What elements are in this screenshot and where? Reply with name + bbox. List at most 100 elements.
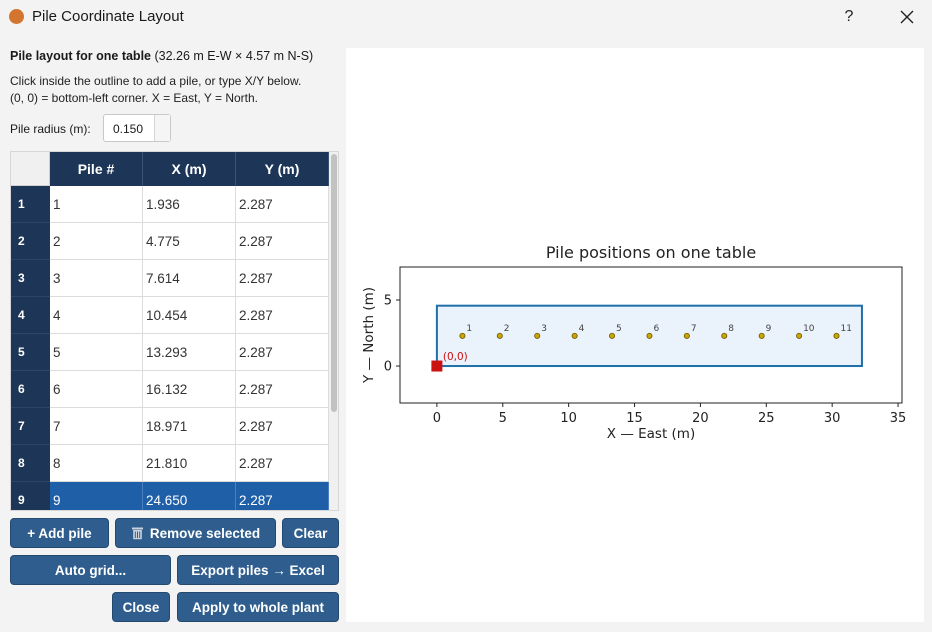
table-row[interactable]: 2 2 4.775 2.287	[11, 223, 329, 260]
table-row[interactable]: 3 3 7.614 2.287	[11, 260, 329, 297]
y-cell[interactable]: 2.287	[236, 260, 329, 297]
table-row[interactable]: 6 6 16.132 2.287	[11, 371, 329, 408]
column-header-pile[interactable]: Pile #	[50, 152, 143, 186]
y-cell[interactable]: 2.287	[236, 445, 329, 482]
pile-number-cell[interactable]: 7	[50, 408, 143, 445]
x-tick-label: 15	[626, 411, 643, 426]
pile-number-cell[interactable]: 5	[50, 334, 143, 371]
column-header-x[interactable]: X (m)	[143, 152, 236, 186]
pile-radius-spinner[interactable]	[154, 115, 170, 141]
remove-selected-button[interactable]: Remove selected	[115, 518, 276, 548]
help-button[interactable]: ?	[826, 0, 872, 34]
instruction-line-1: Click inside the outline to add a pile, …	[10, 74, 302, 88]
pile-point	[534, 332, 541, 339]
pile-number-cell[interactable]: 8	[50, 445, 143, 482]
y-cell[interactable]: 2.287	[236, 334, 329, 371]
x-cell[interactable]: 7.614	[143, 260, 236, 297]
x-cell[interactable]: 18.971	[143, 408, 236, 445]
x-tick-label: 30	[824, 411, 841, 426]
table-corner[interactable]	[11, 152, 50, 186]
remove-selected-label: Remove selected	[149, 525, 261, 541]
pile-point	[683, 332, 690, 339]
table-row[interactable]: 8 8 21.810 2.287	[11, 445, 329, 482]
row-header[interactable]: 9	[11, 482, 50, 510]
y-cell[interactable]: 2.287	[236, 408, 329, 445]
pile-label: 5	[616, 324, 622, 334]
pile-number-cell[interactable]: 1	[50, 186, 143, 223]
apply-to-plant-button[interactable]: Apply to whole plant	[177, 592, 339, 622]
pile-table: Pile # X (m) Y (m) 1 1 1.936 2.287 2 2 4…	[10, 151, 339, 511]
auto-grid-button[interactable]: Auto grid...	[10, 555, 171, 585]
pile-radius-label: Pile radius (m):	[10, 122, 91, 136]
plot-title: Pile positions on one table	[546, 243, 756, 262]
table-row[interactable]: 7 7 18.971 2.287	[11, 408, 329, 445]
row-header[interactable]: 5	[11, 334, 50, 371]
pile-point	[758, 332, 765, 339]
pile-label: 3	[541, 324, 547, 334]
pile-number-cell[interactable]: 4	[50, 297, 143, 334]
row-header[interactable]: 6	[11, 371, 50, 408]
x-tick-label: 35	[890, 411, 907, 426]
y-cell[interactable]: 2.287	[236, 371, 329, 408]
y-cell[interactable]: 2.287	[236, 186, 329, 223]
panel-title: Pile layout for one table (32.26 m E-W ×…	[10, 49, 313, 63]
pile-label: 4	[579, 324, 585, 334]
pile-radius-input[interactable]: 0.150	[103, 114, 171, 142]
x-cell[interactable]: 4.775	[143, 223, 236, 260]
instruction-line-2: (0, 0) = bottom-left corner. X = East, Y…	[10, 91, 259, 105]
x-cell[interactable]: 16.132	[143, 371, 236, 408]
pile-number-cell[interactable]: 9	[50, 482, 143, 510]
x-tick-label: 10	[560, 411, 577, 426]
pile-number-cell[interactable]: 3	[50, 260, 143, 297]
table-scrollbar[interactable]	[329, 152, 338, 510]
table-row[interactable]: 5 5 13.293 2.287	[11, 334, 329, 371]
pile-label: 2	[504, 324, 510, 334]
panel-title-dimensions: (32.26 m E-W × 4.57 m N-S)	[154, 49, 314, 63]
x-tick-label: 5	[499, 411, 507, 426]
y-cell[interactable]: 2.287	[236, 223, 329, 260]
x-cell[interactable]: 24.650	[143, 482, 236, 510]
pile-label: 1	[466, 324, 472, 334]
add-pile-button[interactable]: + Add pile	[10, 518, 109, 548]
app-icon	[9, 9, 24, 24]
x-tick-label: 20	[692, 411, 709, 426]
pile-label: 11	[840, 324, 851, 334]
pile-point	[459, 332, 466, 339]
clear-button[interactable]: Clear	[282, 518, 339, 548]
row-header[interactable]: 3	[11, 260, 50, 297]
close-icon	[900, 10, 914, 24]
plot-panel[interactable]: Pile positions on one table 0 5 10 15 20 25 30 3…	[346, 48, 924, 622]
x-cell[interactable]: 10.454	[143, 297, 236, 334]
row-header[interactable]: 4	[11, 297, 50, 334]
x-cell[interactable]: 21.810	[143, 445, 236, 482]
table-row[interactable]: 1 1 1.936 2.287	[11, 186, 329, 223]
y-tick-label: 0	[384, 360, 392, 375]
column-header-y[interactable]: Y (m)	[236, 152, 329, 186]
x-cell[interactable]: 1.936	[143, 186, 236, 223]
x-tick-label: 0	[433, 411, 441, 426]
row-header[interactable]: 8	[11, 445, 50, 482]
table-row-selected[interactable]: 9 9 24.650 2.287	[11, 482, 329, 510]
y-cell[interactable]: 2.287	[236, 297, 329, 334]
row-header[interactable]: 7	[11, 408, 50, 445]
table-scrollbar-thumb[interactable]	[331, 154, 337, 412]
pile-number-cell[interactable]: 2	[50, 223, 143, 260]
row-header[interactable]: 1	[11, 186, 50, 223]
pile-label: 9	[766, 324, 772, 334]
y-cell[interactable]: 2.287	[236, 482, 329, 510]
export-excel-button[interactable]: Export piles → Excel	[177, 555, 339, 585]
pile-point	[609, 332, 616, 339]
pile-point	[646, 332, 653, 339]
pile-label: 8	[728, 324, 734, 334]
pile-label: 6	[653, 324, 659, 334]
y-axis-label: Y — North (m)	[361, 287, 377, 384]
pile-number-cell[interactable]: 6	[50, 371, 143, 408]
close-button[interactable]: Close	[112, 592, 170, 622]
close-window-button[interactable]	[884, 0, 930, 34]
table-row[interactable]: 4 4 10.454 2.287	[11, 297, 329, 334]
pile-plot[interactable]: Pile positions on one table0 5 10 15 20 25 30 3…	[346, 48, 924, 622]
row-header[interactable]: 2	[11, 223, 50, 260]
x-cell[interactable]: 13.293	[143, 334, 236, 371]
pile-radius-value: 0.150	[113, 122, 144, 136]
pile-label: 10	[803, 324, 815, 334]
